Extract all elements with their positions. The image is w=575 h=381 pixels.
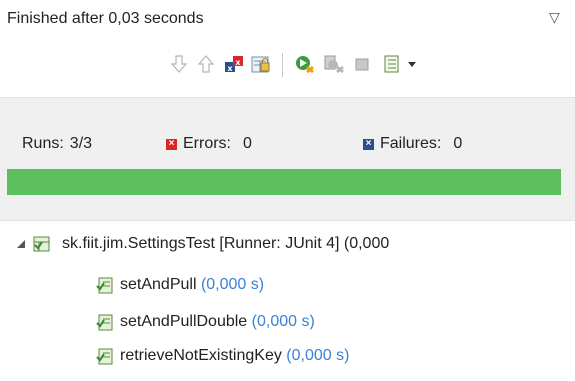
failures-value: 0 bbox=[453, 135, 463, 152]
error-icon: × bbox=[166, 138, 177, 150]
svg-text:x: x bbox=[235, 58, 241, 67]
toolbar: xx bbox=[0, 52, 575, 78]
test-case-time: (0,000 s) bbox=[286, 347, 350, 364]
test-case-row[interactable]: setAndPull (0,000 s) bbox=[96, 276, 264, 294]
rerun-test-icon[interactable] bbox=[293, 52, 317, 76]
test-case-name: setAndPull bbox=[120, 276, 197, 293]
test-case-name: setAndPullDouble bbox=[120, 313, 248, 330]
failures-label: Failures: bbox=[380, 135, 442, 152]
test-case-time: (0,000 s) bbox=[200, 276, 265, 293]
test-passed-icon bbox=[96, 314, 113, 331]
svg-text:x: x bbox=[227, 64, 233, 73]
test-run-history-icon[interactable] bbox=[380, 52, 404, 76]
next-failure-icon[interactable] bbox=[167, 52, 191, 76]
view-menu-arrow-icon[interactable] bbox=[404, 52, 420, 76]
failures-counter: × Failures: 0 bbox=[363, 135, 462, 153]
runs-label: Runs: bbox=[22, 135, 64, 152]
runs-value: 3/3 bbox=[69, 135, 93, 152]
stop-icon[interactable] bbox=[350, 52, 374, 76]
failure-icon: × bbox=[363, 138, 374, 150]
view-menu-chevron-icon[interactable]: ▽ bbox=[549, 9, 560, 26]
scroll-lock-icon[interactable] bbox=[249, 52, 273, 76]
test-passed-icon bbox=[96, 277, 113, 294]
runs-counter: Runs: 3/3 bbox=[22, 135, 92, 153]
test-suite-passed-icon bbox=[33, 236, 50, 252]
test-case-name: retrieveNotExistingKey bbox=[120, 347, 282, 364]
previous-failure-icon[interactable] bbox=[194, 52, 218, 76]
toolbar-separator bbox=[282, 53, 283, 77]
progress-bar bbox=[7, 169, 561, 195]
collapse-triangle-icon[interactable] bbox=[16, 239, 26, 249]
errors-label: Errors: bbox=[183, 135, 231, 152]
tree-root-label: sk.fiit.jim.SettingsTest [Runner: JUnit … bbox=[62, 235, 390, 252]
test-case-row[interactable]: setAndPullDouble (0,000 s) bbox=[96, 313, 315, 331]
errors-value: 0 bbox=[243, 135, 252, 152]
test-passed-icon bbox=[96, 348, 113, 365]
errors-counter: × Errors: 0 bbox=[166, 135, 252, 153]
test-case-time: (0,000 s) bbox=[251, 313, 315, 330]
status-message: Finished after 0,03 seconds bbox=[7, 10, 204, 27]
divider bbox=[0, 220, 575, 221]
summary-panel bbox=[0, 98, 575, 220]
test-case-row[interactable]: retrieveNotExistingKey (0,000 s) bbox=[96, 347, 349, 365]
tree-root-row[interactable]: sk.fiit.jim.SettingsTest [Runner: JUnit … bbox=[17, 235, 389, 253]
show-failures-only-icon[interactable]: xx bbox=[222, 52, 246, 76]
rerun-failed-first-icon[interactable] bbox=[322, 52, 346, 76]
